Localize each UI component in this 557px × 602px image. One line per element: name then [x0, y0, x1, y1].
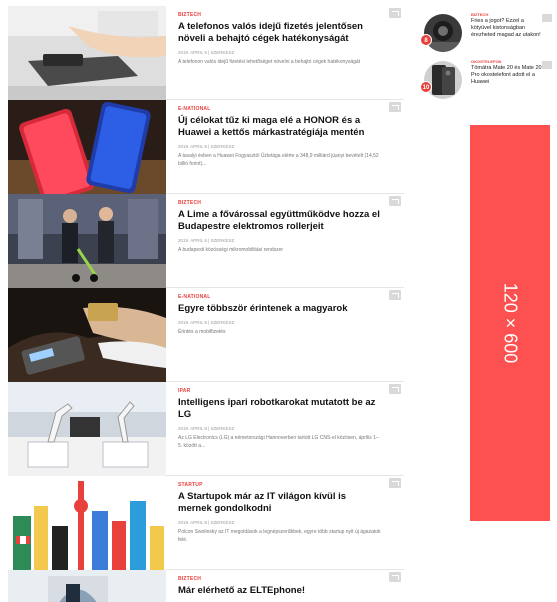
article-title[interactable]: Már elérhető az ELTEphone!	[178, 585, 382, 597]
rank-badge: 8	[420, 34, 432, 46]
popular-item[interactable]: 8 BIZTECH Fries a jogot? Ezzel a kötyüve…	[420, 12, 556, 59]
article-excerpt: Érintés a mobilfizetés	[178, 329, 226, 335]
article-thumbnail[interactable]	[8, 194, 166, 288]
article-body: E-NATIONAL Új célokat tűz ki maga elé a …	[166, 100, 386, 193]
article-title[interactable]: A Startupok már az IT világon kívül is m…	[178, 491, 382, 515]
article-category[interactable]: STARTUP	[178, 482, 382, 489]
article-excerpt: A telefonon valós idejű fizetési lehetős…	[178, 59, 361, 65]
article-title[interactable]: Új célokat tűz ki maga elé a HONOR és a …	[178, 115, 382, 139]
popular-articles: 8 BIZTECH Fries a jogot? Ezzel a kötyüve…	[420, 12, 556, 106]
article-title[interactable]: A telefonos valós idejű fizetés jelentős…	[178, 21, 382, 45]
share-icon[interactable]	[389, 478, 401, 488]
article-category[interactable]: BIZTECH	[178, 200, 382, 207]
article-excerpt: Az LG Electronics (LG) a németországi Ha…	[178, 435, 379, 449]
article-category[interactable]: BIZTECH	[178, 12, 382, 19]
share-icon[interactable]	[542, 14, 552, 22]
article-card[interactable]: STARTUP A Startupok már az IT világon kí…	[8, 476, 404, 570]
article-thumbnail[interactable]	[8, 6, 166, 100]
article-body: IPAR Intelligens ipari robotkarokat muta…	[166, 382, 386, 475]
article-excerpt: A budapesti közösségi mikromobilitási re…	[178, 247, 284, 253]
article-thumbnail[interactable]	[8, 570, 166, 602]
article-body: BIZTECH Már elérhető az ELTEphone!	[166, 570, 386, 602]
article-meta: 2019. APRIL 8 | SZERKESZ	[178, 426, 235, 431]
share-icon[interactable]	[389, 196, 401, 206]
article-category[interactable]: E-NATIONAL	[178, 294, 382, 301]
popular-thumbnail[interactable]: 8	[420, 12, 464, 52]
article-body: BIZTECH A Lime a fővárossal együttműködv…	[166, 194, 386, 287]
article-body: E-NATIONAL Egyre többször érintenek a ma…	[166, 288, 386, 381]
share-icon[interactable]	[389, 290, 401, 300]
popular-text: BIZTECH Fries a jogot? Ezzel a kötyüvel …	[464, 12, 544, 59]
article-card[interactable]: BIZTECH Már elérhető az ELTEphone!	[8, 570, 404, 602]
article-thumbnail[interactable]	[8, 382, 166, 476]
article-category[interactable]: E-NATIONAL	[178, 106, 382, 113]
popular-category[interactable]: BIZTECH	[471, 12, 544, 17]
article-meta: 2019. APRIL 9 | SZERKESZ	[178, 238, 235, 243]
article-excerpt: A tavalyi évben a Huawei Fogyasztói Üzle…	[178, 153, 379, 167]
article-category[interactable]: BIZTECH	[178, 576, 382, 583]
share-icon[interactable]	[389, 102, 401, 112]
article-title[interactable]: Intelligens ipari robotkarokat mutatott …	[178, 397, 382, 421]
article-card[interactable]: E-NATIONAL Új célokat tűz ki maga elé a …	[8, 100, 404, 194]
share-icon[interactable]	[389, 572, 401, 582]
article-card[interactable]: BIZTECH A Lime a fővárossal együttműködv…	[8, 194, 404, 288]
share-icon[interactable]	[389, 384, 401, 394]
article-category[interactable]: IPAR	[178, 388, 382, 395]
article-card[interactable]: E-NATIONAL Egyre többször érintenek a ma…	[8, 288, 404, 382]
share-icon[interactable]	[389, 8, 401, 18]
popular-item[interactable]: 10 OKOSTELEFON Tömátra Mate 20 és Mate 2…	[420, 59, 556, 106]
article-excerpt: Polcon Swolinsky az IT megoldások a legn…	[178, 529, 381, 543]
article-meta: 2019. APRIL 8 | SZERKESZ	[178, 520, 235, 525]
article-meta: 2019. APRIL 9 | SZERKESZ	[178, 320, 235, 325]
rank-badge: 10	[420, 81, 432, 93]
article-body: STARTUP A Startupok már az IT világon kí…	[166, 476, 386, 569]
popular-thumbnail[interactable]: 10	[420, 59, 464, 99]
article-feed: BIZTECH A telefonos valós idejű fizetés …	[8, 6, 404, 602]
popular-category[interactable]: OKOSTELEFON	[471, 59, 544, 64]
article-meta: 2019. APRIL 9 | SZERKESZ	[178, 144, 235, 149]
popular-title[interactable]: Fries a jogot? Ezzel a kötyüvel kistonsá…	[471, 18, 544, 39]
ad-size-label: 120 × 600	[500, 282, 521, 364]
share-icon[interactable]	[542, 61, 552, 69]
article-thumbnail[interactable]	[8, 288, 166, 382]
article-body: BIZTECH A telefonos valós idejű fizetés …	[166, 6, 386, 99]
article-thumbnail[interactable]	[8, 476, 166, 570]
article-thumbnail[interactable]	[8, 100, 166, 194]
popular-text: OKOSTELEFON Tömátra Mate 20 és Mate 20 P…	[464, 59, 544, 106]
article-meta: 2019. APRIL 9 | SZERKESZ	[178, 50, 235, 55]
popular-title[interactable]: Tömátra Mate 20 és Mate 20 Pro okostelef…	[471, 65, 544, 86]
article-card[interactable]: IPAR Intelligens ipari robotkarokat muta…	[8, 382, 404, 476]
article-title[interactable]: A Lime a fővárossal együttműködve hozza …	[178, 209, 382, 233]
article-title[interactable]: Egyre többször érintenek a magyarok	[178, 303, 382, 315]
ad-placeholder[interactable]: 120 × 600	[470, 125, 550, 521]
article-card[interactable]: BIZTECH A telefonos valós idejű fizetés …	[8, 6, 404, 100]
